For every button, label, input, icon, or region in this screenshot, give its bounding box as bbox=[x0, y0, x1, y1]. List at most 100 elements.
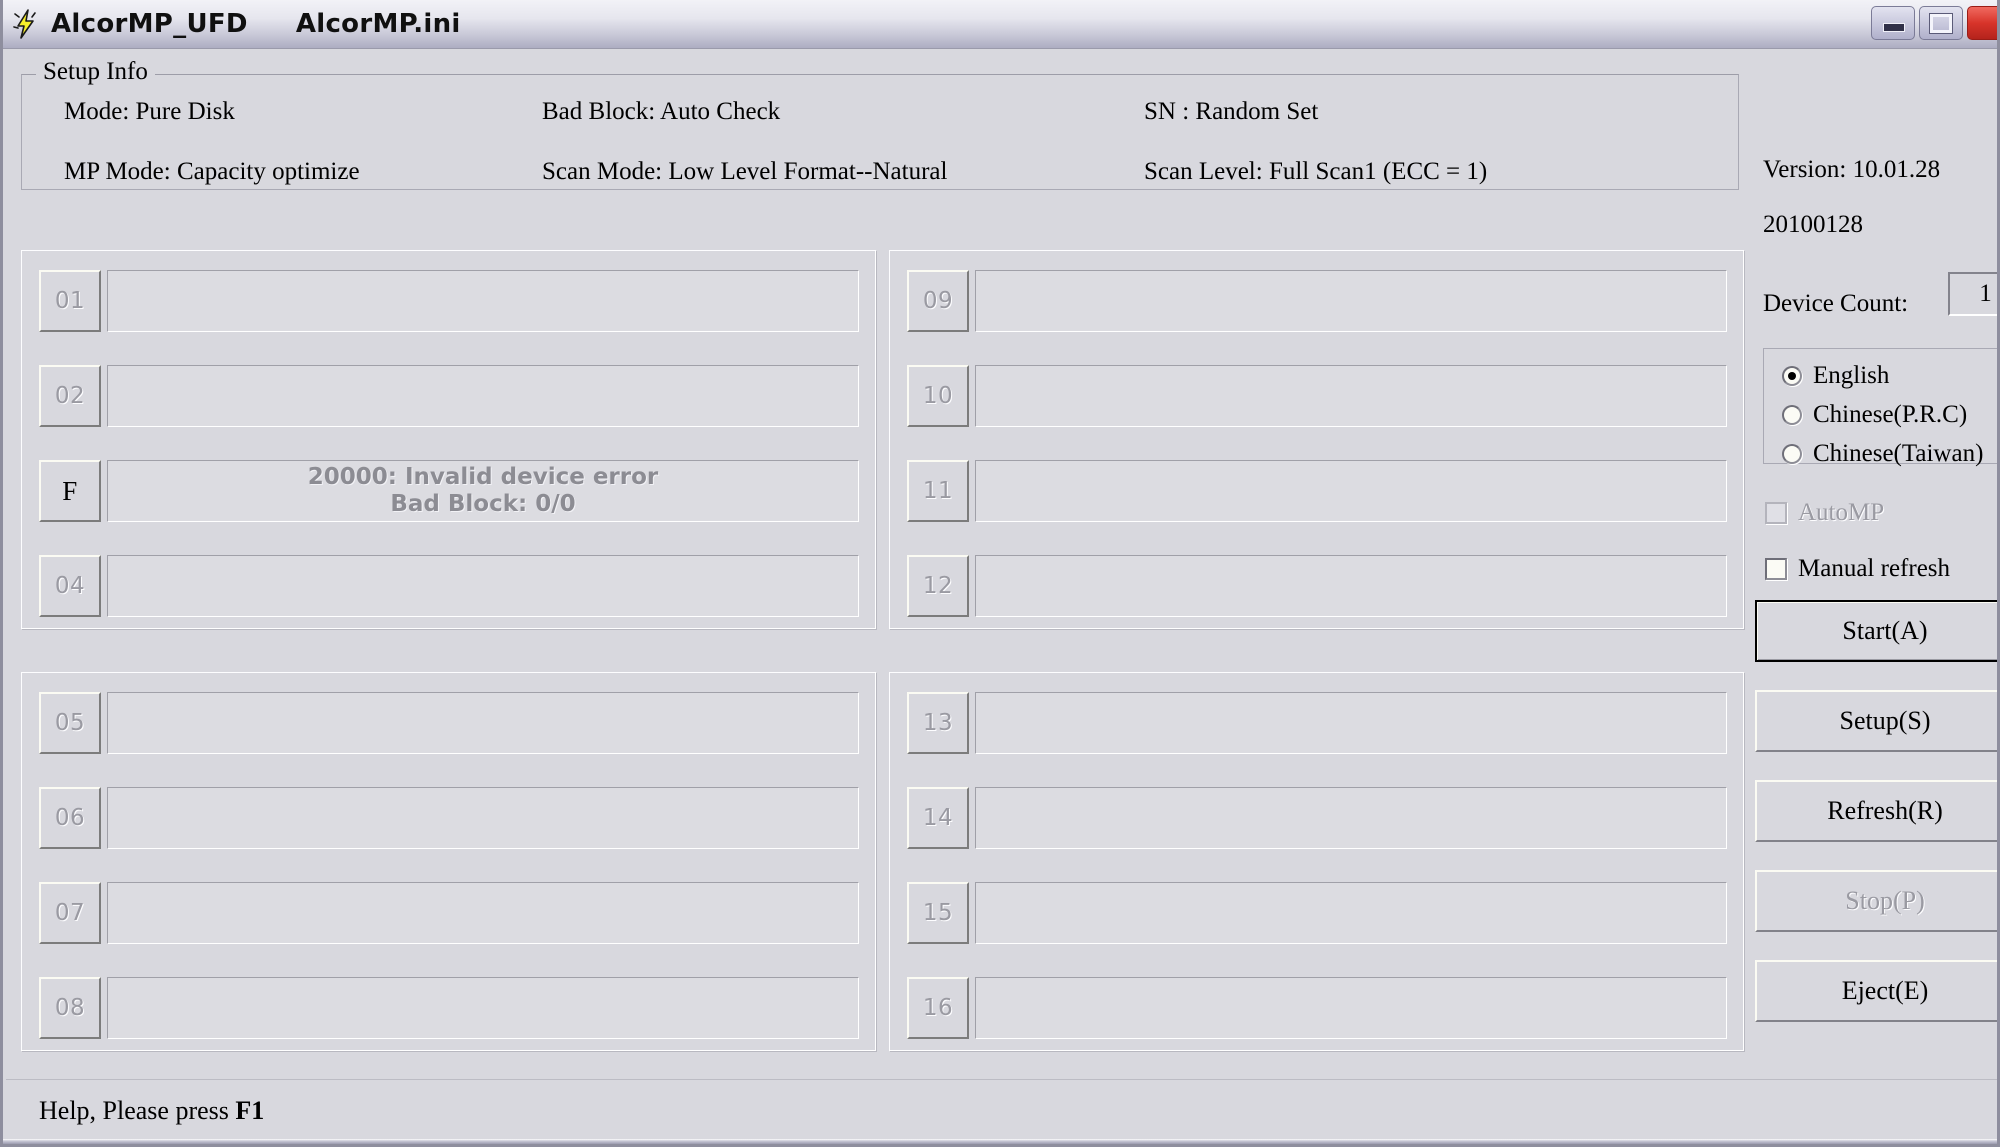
title-bar: AlcorMP_UFD AlcorMP.ini bbox=[3, 0, 1997, 49]
slot-status-05 bbox=[107, 692, 859, 754]
setup-info-group: Setup Info Mode: Pure Disk MP Mode: Capa… bbox=[21, 58, 1739, 190]
maximize-button[interactable] bbox=[1919, 6, 1963, 40]
slot-error-message: 20000: Invalid device error bbox=[307, 464, 659, 490]
slot-button-05[interactable]: 05 bbox=[39, 692, 101, 754]
slot-row[interactable]: 14 bbox=[907, 787, 1727, 849]
slot-row[interactable]: 01 bbox=[39, 270, 859, 332]
sidebar: Version: 10.01.28 20100128 Device Count:… bbox=[1755, 60, 1997, 1070]
device-count-value: 1 bbox=[1948, 272, 1997, 316]
checkbox-label-manual-refresh: Manual refresh bbox=[1798, 555, 1951, 582]
version-label: Version: 10.01.28 bbox=[1763, 156, 1941, 183]
slot-button-09[interactable]: 09 bbox=[907, 270, 969, 332]
slot-row[interactable]: 02 bbox=[39, 365, 859, 427]
slot-status-01 bbox=[107, 270, 859, 332]
window-controls bbox=[1871, 6, 1997, 40]
close-button[interactable] bbox=[1967, 6, 1997, 40]
radio-english[interactable]: English bbox=[1782, 363, 1889, 388]
slot-status-14 bbox=[975, 787, 1727, 849]
slot-status-02 bbox=[107, 365, 859, 427]
stop-button: Stop(P) bbox=[1755, 870, 1997, 932]
slot-bad-block-count: Bad Block: 0/0 bbox=[390, 491, 576, 517]
minimize-icon bbox=[1883, 23, 1905, 32]
status-help-text: Help, Please press F1 bbox=[39, 1096, 264, 1126]
status-help-prefix: Help, Please press bbox=[39, 1095, 236, 1125]
setup-button[interactable]: Setup(S) bbox=[1755, 690, 1997, 752]
slot-status-06 bbox=[107, 787, 859, 849]
setup-scan-mode: Scan Mode: Low Level Format--Natural bbox=[542, 158, 948, 185]
slot-button-11[interactable]: 11 bbox=[907, 460, 969, 522]
slot-button-13[interactable]: 13 bbox=[907, 692, 969, 754]
slot-row[interactable]: 09 bbox=[907, 270, 1727, 332]
radio-chinese-prc[interactable]: Chinese(P.R.C) bbox=[1782, 402, 1967, 427]
slot-status-12 bbox=[975, 555, 1727, 617]
slot-button-06[interactable]: 06 bbox=[39, 787, 101, 849]
slot-button-f[interactable]: F bbox=[39, 460, 101, 522]
setup-mp-mode: MP Mode: Capacity optimize bbox=[64, 158, 360, 185]
status-bar-underline bbox=[3, 1139, 1997, 1144]
slot-button-01[interactable]: 01 bbox=[39, 270, 101, 332]
build-date-label: 20100128 bbox=[1763, 211, 1863, 238]
slot-status-f: 20000: Invalid device error Bad Block: 0… bbox=[107, 460, 859, 522]
slot-status-13 bbox=[975, 692, 1727, 754]
lightning-bolt-icon bbox=[9, 7, 43, 41]
checkbox-unchecked-icon bbox=[1765, 501, 1787, 524]
slot-button-02[interactable]: 02 bbox=[39, 365, 101, 427]
slot-row[interactable]: 15 bbox=[907, 882, 1727, 944]
slot-row[interactable]: 06 bbox=[39, 787, 859, 849]
radio-selected-icon bbox=[1782, 365, 1802, 386]
checkbox-automp: AutoMP bbox=[1765, 500, 1884, 525]
eject-button[interactable]: Eject(E) bbox=[1755, 960, 1997, 1022]
slot-status-07 bbox=[107, 882, 859, 944]
device-panel-d: 13 14 15 16 bbox=[889, 672, 1745, 1052]
slot-row[interactable]: 12 bbox=[907, 555, 1727, 617]
slot-status-15 bbox=[975, 882, 1727, 944]
status-bar: Help, Please press F1 bbox=[6, 1079, 1997, 1141]
slot-status-11 bbox=[975, 460, 1727, 522]
radio-label-chinese-prc: Chinese(P.R.C) bbox=[1813, 401, 1968, 428]
setup-scan-level: Scan Level: Full Scan1 (ECC = 1) bbox=[1144, 158, 1488, 185]
radio-chinese-taiwan[interactable]: Chinese(Taiwan) bbox=[1782, 441, 1983, 466]
slot-row[interactable]: 05 bbox=[39, 692, 859, 754]
slot-button-14[interactable]: 14 bbox=[907, 787, 969, 849]
slot-status-09 bbox=[975, 270, 1727, 332]
slot-status-04 bbox=[107, 555, 859, 617]
slot-row[interactable]: F 20000: Invalid device error Bad Block:… bbox=[39, 460, 859, 522]
device-count-label: Device Count: bbox=[1763, 290, 1909, 317]
minimize-button[interactable] bbox=[1871, 6, 1915, 40]
slot-button-07[interactable]: 07 bbox=[39, 882, 101, 944]
slot-row[interactable]: 16 bbox=[907, 977, 1727, 1039]
slot-row[interactable]: 04 bbox=[39, 555, 859, 617]
device-panel-b: 09 10 11 12 bbox=[889, 250, 1745, 630]
refresh-button[interactable]: Refresh(R) bbox=[1755, 780, 1997, 842]
slot-row[interactable]: 11 bbox=[907, 460, 1727, 522]
setup-sn: SN : Random Set bbox=[1144, 98, 1319, 125]
radio-label-chinese-taiwan: Chinese(Taiwan) bbox=[1813, 440, 1984, 467]
slot-status-08 bbox=[107, 977, 859, 1039]
device-panel-a: 01 02 F 20000: Invalid device error Bad … bbox=[21, 250, 877, 630]
setup-mode: Mode: Pure Disk bbox=[64, 98, 235, 125]
slot-row[interactable]: 10 bbox=[907, 365, 1727, 427]
slot-button-10[interactable]: 10 bbox=[907, 365, 969, 427]
ini-filename: AlcorMP.ini bbox=[295, 9, 461, 39]
slot-button-15[interactable]: 15 bbox=[907, 882, 969, 944]
checkbox-manual-refresh[interactable]: Manual refresh bbox=[1765, 556, 1950, 581]
slot-button-16[interactable]: 16 bbox=[907, 977, 969, 1039]
language-group: English Chinese(P.R.C) Chinese(Taiwan) bbox=[1763, 348, 1997, 466]
slot-row[interactable]: 13 bbox=[907, 692, 1727, 754]
setup-info-legend: Setup Info bbox=[36, 58, 155, 86]
slot-row[interactable]: 07 bbox=[39, 882, 859, 944]
setup-bad-block: Bad Block: Auto Check bbox=[542, 98, 781, 125]
slot-row[interactable]: 08 bbox=[39, 977, 859, 1039]
slot-button-04[interactable]: 04 bbox=[39, 555, 101, 617]
status-help-key: F1 bbox=[235, 1095, 265, 1125]
start-button[interactable]: Start(A) bbox=[1755, 600, 1997, 662]
slot-status-16 bbox=[975, 977, 1727, 1039]
slot-button-12[interactable]: 12 bbox=[907, 555, 969, 617]
radio-unselected-icon bbox=[1782, 404, 1802, 425]
checkbox-unchecked-icon bbox=[1765, 557, 1787, 580]
radio-label-english: English bbox=[1813, 362, 1890, 389]
slot-button-08[interactable]: 08 bbox=[39, 977, 101, 1039]
window-title: AlcorMP_UFD bbox=[51, 9, 248, 39]
application-window: AlcorMP_UFD AlcorMP.ini Setup Info Mode:… bbox=[0, 0, 2000, 1147]
device-panel-c: 05 06 07 08 bbox=[21, 672, 877, 1052]
